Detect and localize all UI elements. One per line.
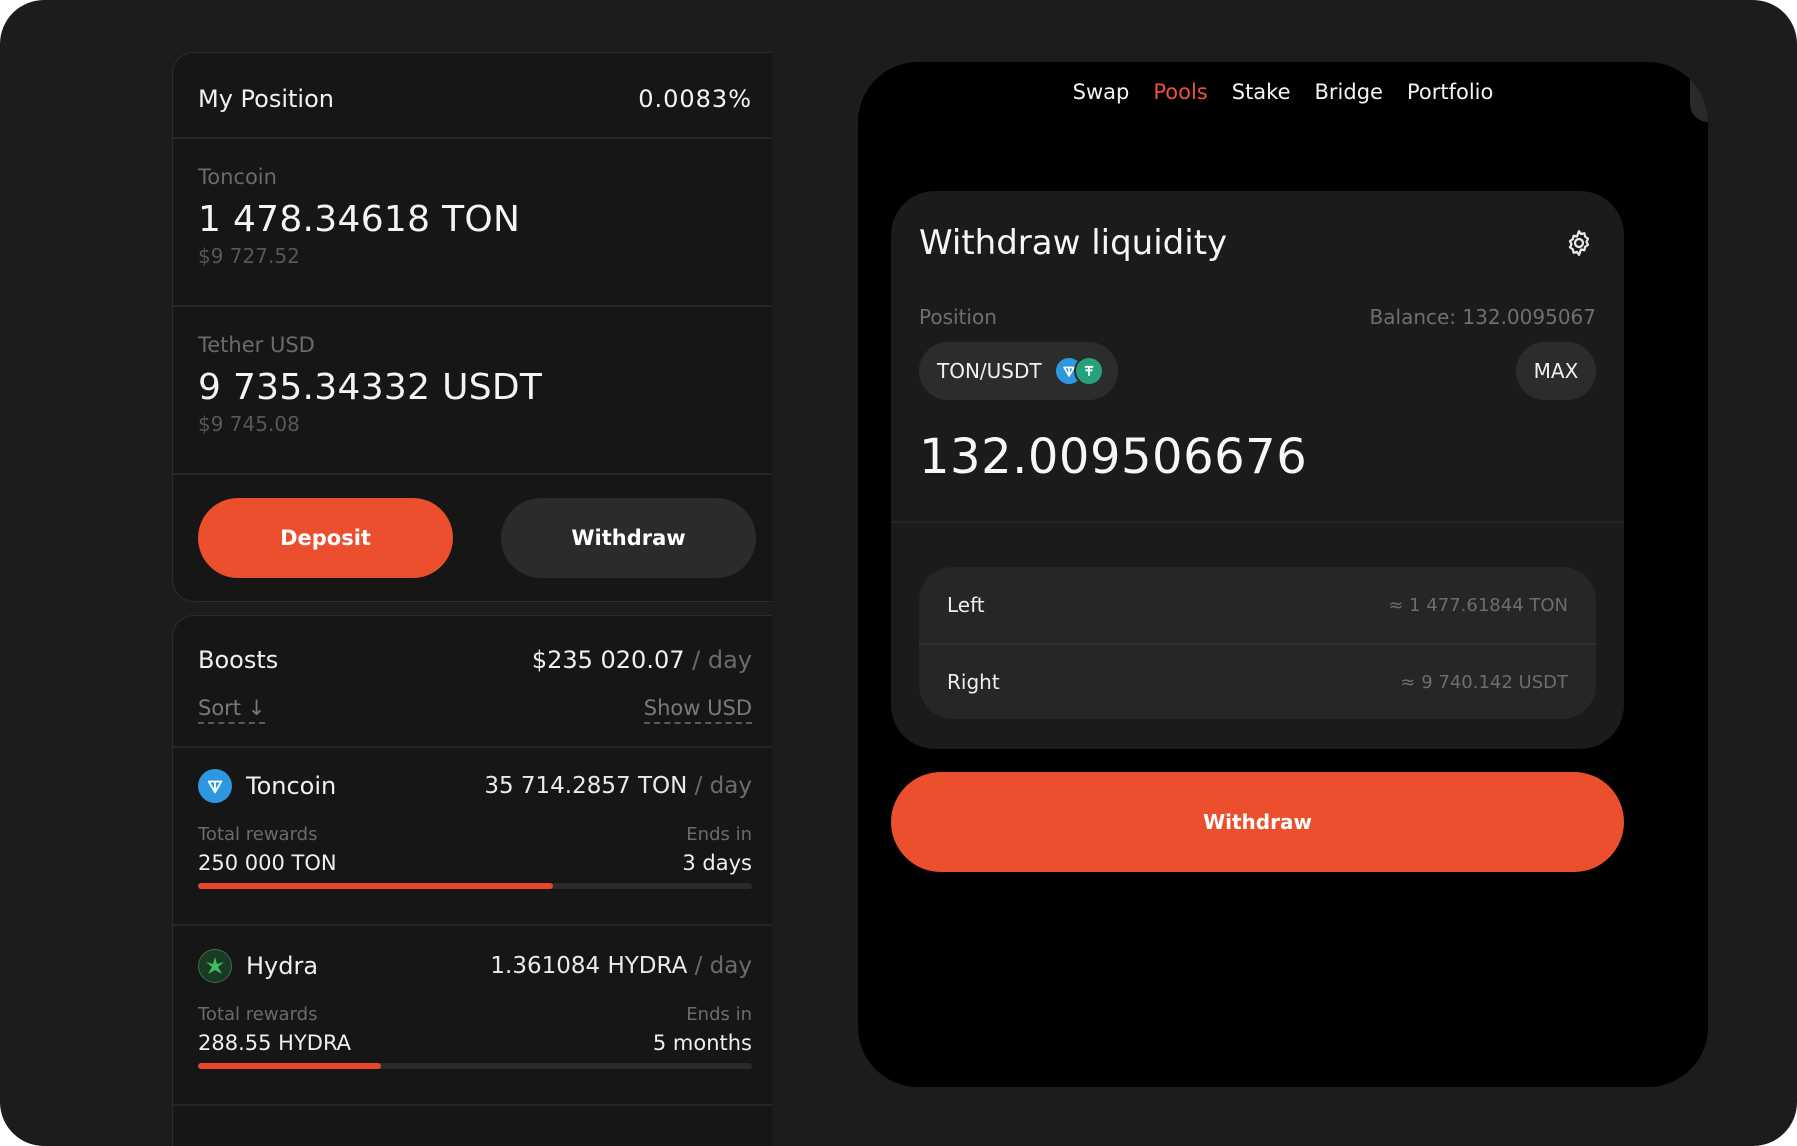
divider xyxy=(173,305,772,307)
boost-progress-bar xyxy=(198,883,752,889)
divider xyxy=(173,746,772,748)
pair-selector[interactable]: TON/USDT xyxy=(919,342,1118,400)
boost-rate: 35 714.2857 TON / day xyxy=(484,773,752,799)
toncoin-balance: Toncoin 1 478.34618 TON $9 727.52 xyxy=(198,165,752,268)
per-day-label: / day xyxy=(694,773,752,799)
balance-label: Balance: 132.0095067 xyxy=(1369,305,1596,329)
total-rewards-value: 250 000 TON xyxy=(198,851,337,875)
my-position-card: My Position 0.0083% Toncoin 1 478.34618 … xyxy=(172,52,772,602)
withdraw-liquidity-card: Withdraw liquidity Position Balance: 132… xyxy=(891,191,1624,749)
withdraw-button[interactable]: Withdraw xyxy=(891,772,1624,872)
withdraw-breakdown: Left ≈ 1 477.61844 TON Right ≈ 9 740.142… xyxy=(919,567,1596,719)
breakdown-row-right: Right ≈ 9 740.142 USDT xyxy=(919,643,1596,719)
divider xyxy=(173,473,772,475)
top-nav: Swap Pools Stake Bridge Portfolio xyxy=(858,76,1708,108)
boosts-card: Boosts $235 020.07 / day Sort ↓ Show USD… xyxy=(172,615,772,1146)
position-label: Position xyxy=(919,305,997,329)
withdraw-amount-input[interactable]: 132.009506676 xyxy=(919,429,1307,485)
token-label: Tether USD xyxy=(198,333,315,357)
withdraw-position-button[interactable]: Withdraw xyxy=(501,498,756,578)
divider xyxy=(173,137,772,139)
pair-name: TON/USDT xyxy=(937,359,1042,383)
boost-rate-value: 35 714.2857 TON xyxy=(484,773,688,799)
ends-in-value: 3 days xyxy=(682,851,752,875)
breakdown-row-left: Left ≈ 1 477.61844 TON xyxy=(919,567,1596,643)
boost-rate: 1.361084 HYDRA / day xyxy=(490,953,752,979)
ends-in-value: 5 months xyxy=(652,1031,752,1055)
nav-portfolio[interactable]: Portfolio xyxy=(1407,76,1493,108)
ends-in-label: Ends in xyxy=(686,1004,752,1025)
total-rewards-value: 288.55 HYDRA xyxy=(198,1031,352,1055)
token-amount: 9 735.34332 USDT xyxy=(198,367,543,408)
boosts-title: Boosts xyxy=(198,646,279,674)
gear-icon[interactable] xyxy=(1562,226,1596,260)
boosts-controls: Sort ↓ Show USD xyxy=(198,696,752,724)
total-rewards-label: Total rewards xyxy=(198,1004,318,1025)
max-button[interactable]: MAX xyxy=(1516,342,1596,400)
boost-progress-fill xyxy=(198,883,553,889)
deposit-button[interactable]: Deposit xyxy=(198,498,453,578)
position-header: My Position 0.0083% xyxy=(198,79,752,119)
tether-balance: Tether USD 9 735.34332 USDT $9 745.08 xyxy=(198,333,752,436)
boost-item-toncoin: Toncoin 35 714.2857 TON / day Total rewa… xyxy=(198,766,752,916)
breakdown-label: Right xyxy=(947,670,1000,694)
ends-in-label: Ends in xyxy=(686,824,752,845)
hydra-icon xyxy=(198,949,232,983)
per-day-label: / day xyxy=(692,646,752,674)
nav-bridge[interactable]: Bridge xyxy=(1315,76,1383,108)
boosts-header: Boosts $235 020.07 / day xyxy=(198,646,752,674)
token-label: Toncoin xyxy=(198,165,277,189)
breakdown-label: Left xyxy=(947,593,985,617)
boost-progress-fill xyxy=(198,1063,381,1069)
boost-token-name: Hydra xyxy=(246,952,319,980)
token-amount: 1 478.34618 TON xyxy=(198,199,521,240)
sort-button[interactable]: Sort ↓ xyxy=(198,696,266,724)
withdraw-panel: Swap Pools Stake Bridge Portfolio Withdr… xyxy=(858,62,1708,1087)
breakdown-value: ≈ 1 477.61844 TON xyxy=(1388,594,1568,616)
divider xyxy=(173,924,772,926)
nav-pools[interactable]: Pools xyxy=(1153,76,1207,108)
tether-icon xyxy=(1073,356,1104,386)
toncoin-icon xyxy=(198,769,232,803)
withdraw-title: Withdraw liquidity xyxy=(919,223,1228,263)
nav-stake[interactable]: Stake xyxy=(1232,76,1291,108)
position-share: 0.0083% xyxy=(638,85,752,113)
per-day-label: / day xyxy=(694,953,752,979)
boost-token-name: Toncoin xyxy=(246,772,337,800)
token-usd-value: $9 727.52 xyxy=(198,244,300,268)
nav-swap[interactable]: Swap xyxy=(1073,76,1130,108)
total-rewards-label: Total rewards xyxy=(198,824,318,845)
boosts-total: $235 020.07 / day xyxy=(532,646,752,674)
app-frame: My Position 0.0083% Toncoin 1 478.34618 … xyxy=(0,0,1797,1146)
boost-item-hydra: Hydra 1.361084 HYDRA / day Total rewards… xyxy=(198,946,752,1096)
boosts-total-value: $235 020.07 xyxy=(531,646,685,674)
token-usd-value: $9 745.08 xyxy=(198,412,300,436)
boost-rate-value: 1.361084 HYDRA xyxy=(490,953,688,979)
position-actions: Deposit Withdraw xyxy=(198,498,756,578)
divider xyxy=(173,1104,772,1106)
divider xyxy=(891,521,1624,523)
position-title: My Position xyxy=(198,85,334,113)
show-usd-toggle[interactable]: Show USD xyxy=(643,696,752,724)
boost-progress-bar xyxy=(198,1063,752,1069)
breakdown-value: ≈ 9 740.142 USDT xyxy=(1400,671,1568,693)
